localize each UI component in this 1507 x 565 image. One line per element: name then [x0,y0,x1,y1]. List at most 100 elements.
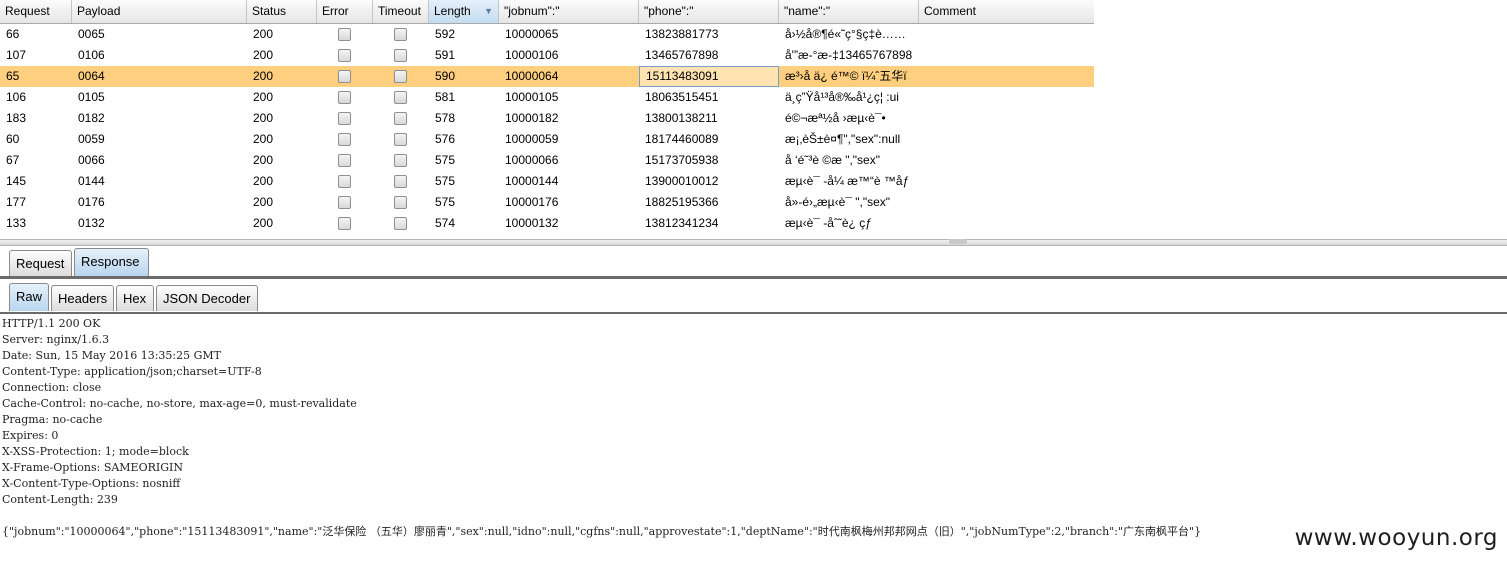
timeout-checkbox[interactable] [394,28,407,41]
divider-grip-icon[interactable] [949,239,967,244]
table-row[interactable]: 65 0064 200 590 10000064 15113483091 æ³›å ä¿ é… [0,66,1094,87]
cell-payload: 0064 [78,69,105,83]
cell-name: å'”æ-°æ-‡13465767898 [785,48,913,62]
tab-raw[interactable]: Raw [9,283,49,311]
tab-json-decoder[interactable]: JSON Decoder [156,285,258,311]
timeout-checkbox[interactable] [394,196,407,209]
timeout-checkbox[interactable] [394,91,407,104]
column-header-jobnum[interactable]: "jobnum":" [499,0,639,23]
cell-request: 65 [6,69,20,83]
response-header-line: Expires: 0 [2,429,59,442]
table-row[interactable]: 106 0105 200 581 10000105 18063515451 ä¸ç”Ÿå¹³… [0,87,1094,108]
cell-request: 145 [6,174,27,188]
cell-comment [919,87,1094,108]
response-header-line: HTTP/1.1 200 OK [2,317,101,330]
error-checkbox[interactable] [338,112,351,125]
tab-hex[interactable]: Hex [116,285,154,311]
sub-tab-bar: Raw Headers Hex JSON Decoder [0,280,1507,314]
cell-payload: 0105 [78,90,105,104]
response-header-line: X-Content-Type-Options: nosniff [2,477,181,490]
cell-status: 200 [253,111,274,125]
response-header-line: Connection: close [2,381,102,394]
cell-request: 60 [6,132,20,146]
cell-comment [919,171,1094,192]
cell-length: 578 [435,111,456,125]
cell-comment [919,24,1094,45]
response-header-line: Pragma: no-cache [2,413,103,426]
column-header-name[interactable]: "name":" [779,0,919,23]
error-checkbox[interactable] [338,154,351,167]
response-raw-view[interactable]: HTTP/1.1 200 OK Server: nginx/1.6.3 Date… [0,316,1507,565]
column-header-status[interactable]: Status [247,0,317,23]
cell-length: 592 [435,27,456,41]
error-checkbox[interactable] [338,175,351,188]
cell-payload: 0182 [78,111,105,125]
cell-phone: 15113483091 [639,66,779,87]
cell-comment [919,213,1094,234]
timeout-checkbox[interactable] [394,217,407,230]
error-checkbox[interactable] [338,28,351,41]
error-checkbox[interactable] [338,70,351,83]
table-row[interactable]: 60 0059 200 576 10000059 18174460089 æ¡‚èŠ±è¤¶… [0,129,1094,150]
column-header-length-label: Length [434,4,471,18]
cell-jobnum: 10000105 [505,90,559,104]
cell-phone: 18825195366 [645,195,719,209]
cell-status: 200 [253,132,274,146]
column-header-payload[interactable]: Payload [72,0,247,23]
response-header-line: X-Frame-Options: SAMEORIGIN [2,461,183,474]
response-header-line: X-XSS-Protection: 1; mode=block [2,445,189,458]
response-header-line: Cache-Control: no-cache, no-store, max-a… [2,397,357,410]
tab-request[interactable]: Request [9,250,72,276]
cell-request: 183 [6,111,27,125]
cell-payload: 0106 [78,48,105,62]
timeout-checkbox[interactable] [394,175,407,188]
table-row[interactable]: 177 0176 200 575 10000176 18825195366 å»-é›„æµ… [0,192,1094,213]
cell-status: 200 [253,153,274,167]
cell-name: å»-é›„æµ‹è¯ ","sex" [785,195,891,209]
cell-payload: 0132 [78,216,105,230]
table-row[interactable]: 183 0182 200 578 10000182 13800138211 é©¬æª½å … [0,108,1094,129]
table-row[interactable]: 66 0065 200 592 10000065 13823881773 å›½å®¶é«˜… [0,24,1094,45]
error-checkbox[interactable] [338,49,351,62]
table-row[interactable]: 107 0106 200 591 10000106 13465767898 å'”æ-°æ-… [0,45,1094,66]
column-header-request[interactable]: Request [0,0,72,23]
cell-request: 106 [6,90,27,104]
cell-payload: 0176 [78,195,105,209]
cell-name: å ‘é˜³è ©æ ","sex" [785,153,880,167]
cell-jobnum: 10000106 [505,48,559,62]
cell-length: 590 [435,69,456,83]
timeout-checkbox[interactable] [394,49,407,62]
error-checkbox[interactable] [338,133,351,146]
response-header-line: Server: nginx/1.6.3 [2,333,110,346]
column-header-timeout[interactable]: Timeout [373,0,429,23]
error-checkbox[interactable] [338,91,351,104]
cell-name: å›½å®¶é«˜ç°§ç‡è…… [785,27,906,41]
cell-comment [919,108,1094,129]
cell-length: 591 [435,48,456,62]
timeout-checkbox[interactable] [394,112,407,125]
column-header-phone[interactable]: "phone":" [639,0,779,23]
table-row[interactable]: 145 0144 200 575 10000144 13900010012 æµ‹è¯ -å… [0,171,1094,192]
response-header-line: Content-Type: application/json;charset=U… [2,365,262,378]
cell-comment [919,45,1094,66]
cell-phone: 13800138211 [645,111,718,125]
cell-jobnum: 10000064 [505,69,559,83]
timeout-checkbox[interactable] [394,70,407,83]
table-row[interactable]: 133 0132 200 574 10000132 13812341234 æµ‹è¯ -å… [0,213,1094,234]
timeout-checkbox[interactable] [394,154,407,167]
tab-response[interactable]: Response [74,248,149,276]
error-checkbox[interactable] [338,196,351,209]
column-header-error[interactable]: Error [317,0,373,23]
cell-status: 200 [253,195,274,209]
timeout-checkbox[interactable] [394,133,407,146]
table-row[interactable]: 67 0066 200 575 10000066 15173705938 å ‘é˜³è ©… [0,150,1094,171]
cell-name: ä¸ç”Ÿå¹³å®‰å¹¿ç¦ :ui [785,90,899,104]
tab-headers[interactable]: Headers [51,285,114,311]
cell-payload: 0065 [78,27,105,41]
error-checkbox[interactable] [338,217,351,230]
cell-jobnum: 10000132 [505,216,559,230]
cell-phone: 18063515451 [645,90,719,104]
column-header-comment[interactable]: Comment [919,0,1094,23]
column-header-length[interactable]: Length ▼ [429,0,499,23]
cell-jobnum: 10000144 [505,174,559,188]
